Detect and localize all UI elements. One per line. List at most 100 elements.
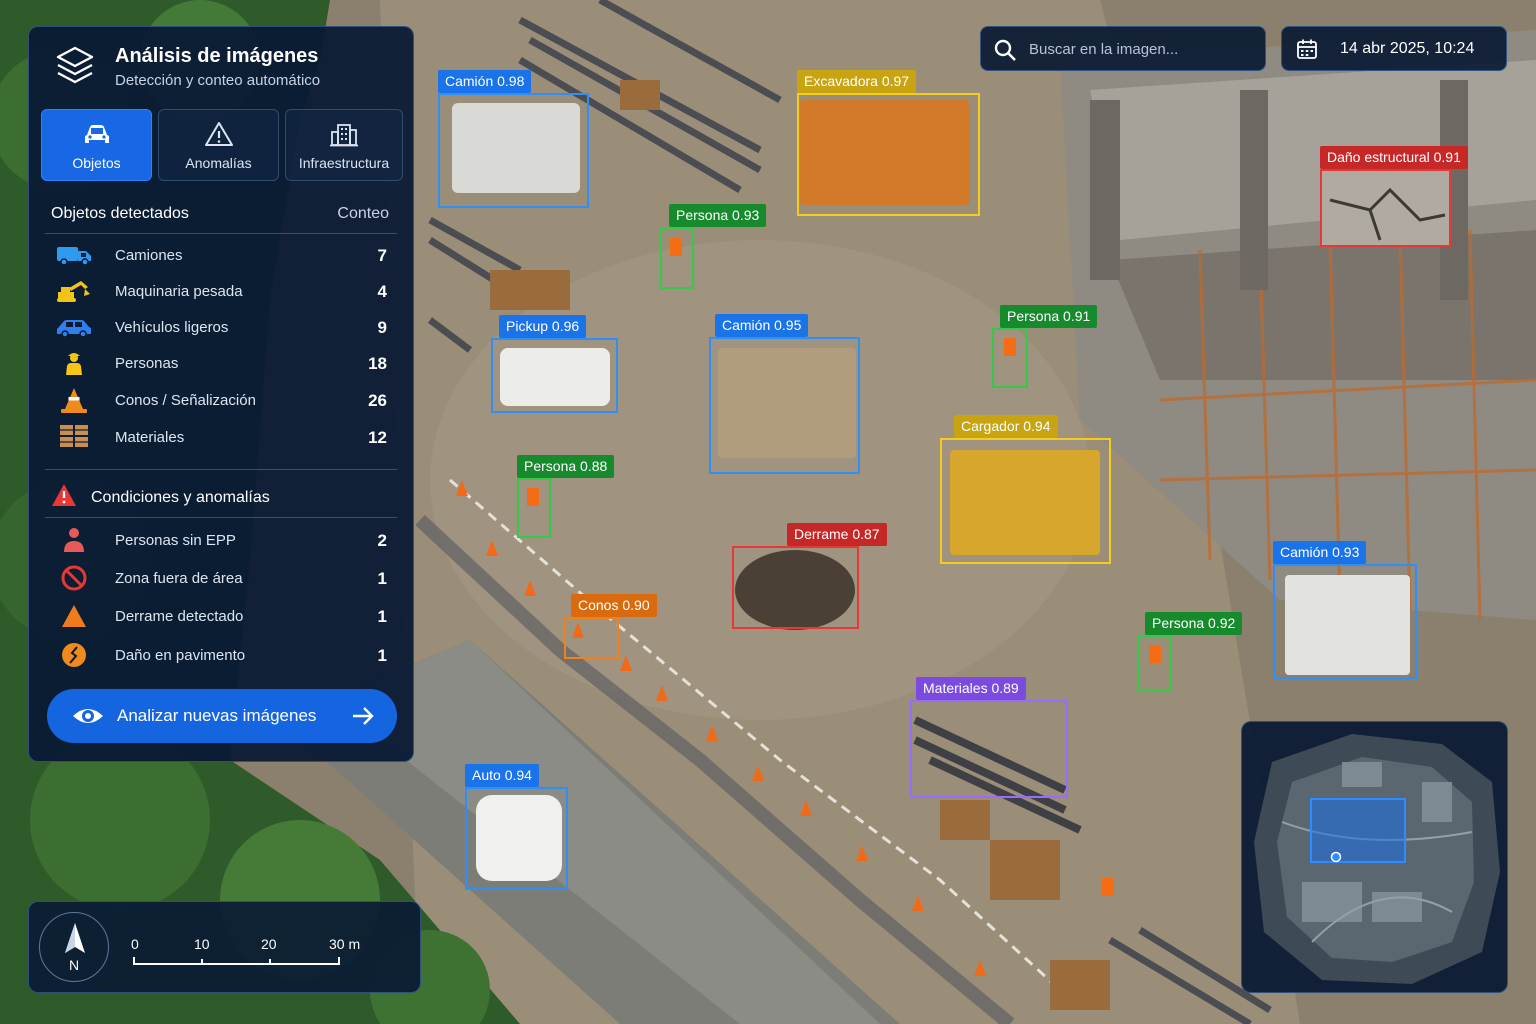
detection-truck-3[interactable]: Camión 0.93: [1273, 541, 1417, 679]
row-count: 9: [377, 318, 387, 337]
condition-row-out-of-zone[interactable]: Zona fuera de área 1: [51, 564, 387, 594]
row-count: 4: [377, 282, 387, 301]
row-count: 26: [368, 391, 387, 410]
object-row-people[interactable]: Personas 18: [51, 349, 387, 379]
row-count: 2: [377, 531, 387, 550]
scale-tick-0: 0: [131, 936, 139, 952]
detection-cones[interactable]: Conos 0.90: [564, 594, 657, 659]
layers-icon: [56, 46, 94, 84]
analyze-new-images-button[interactable]: Analizar nuevas imágenes: [47, 689, 397, 743]
detection-truck-1[interactable]: Camión 0.98: [438, 70, 589, 208]
detection-materials[interactable]: Materiales 0.89: [910, 677, 1068, 798]
north-label: N: [68, 957, 80, 973]
count-column-title: Conteo: [337, 205, 389, 222]
detection-label: Persona 0.91: [1000, 305, 1098, 328]
cta-label: Analizar nuevas imágenes: [117, 706, 317, 725]
compass[interactable]: N: [39, 912, 109, 982]
analysis-panel: Análisis de imágenes Detección y conteo …: [28, 26, 414, 762]
panel-title: Análisis de imágenes: [115, 45, 319, 67]
divider: [45, 469, 397, 470]
detection-truck-2[interactable]: Camión 0.95: [709, 314, 860, 474]
detection-person-3[interactable]: Persona 0.88: [517, 455, 615, 538]
panel-header: Análisis de imágenes Detección y conteo …: [55, 44, 395, 100]
tab-anomalias[interactable]: Anomalías: [158, 109, 279, 181]
tab-label: Infraestructura: [298, 155, 390, 171]
date-time-display[interactable]: 14 abr 2025, 10:24: [1281, 26, 1507, 71]
row-count: 18: [368, 354, 387, 373]
image-search-input[interactable]: Buscar en la imagen...: [980, 26, 1266, 71]
scale-panel: N 0 10 20 30 m: [28, 901, 421, 993]
person-icon: [64, 528, 84, 552]
row-label: Zona fuera de área: [115, 570, 243, 587]
scale-tick-10: 10: [194, 936, 210, 952]
detection-loader[interactable]: Cargador 0.94: [940, 415, 1111, 564]
detection-label: Excavadora 0.97: [797, 70, 917, 93]
car-icon: [57, 320, 91, 338]
detection-structural-damage[interactable]: Daño estructural 0.91: [1320, 146, 1468, 247]
scale-tick-30: 30 m: [329, 936, 361, 952]
tab-label: Anomalías: [185, 155, 252, 171]
row-count: 12: [368, 428, 387, 447]
detection-label: Daño estructural 0.91: [1320, 146, 1468, 169]
detection-spill[interactable]: Derrame 0.87: [732, 523, 887, 629]
minimap-image: [1254, 734, 1500, 984]
condition-row-pavement-damage[interactable]: Daño en pavimento 1: [51, 641, 387, 671]
object-row-cones[interactable]: Conos / Señalización 26: [51, 386, 387, 416]
tab-objetos[interactable]: Objetos: [41, 109, 152, 181]
detection-car[interactable]: Auto 0.94: [465, 764, 568, 890]
prohibited-icon: [61, 565, 87, 591]
condition-row-no-ppe[interactable]: Personas sin EPP 2: [51, 526, 387, 556]
row-label: Derrame detectado: [115, 608, 244, 625]
triangle-icon: [62, 605, 86, 627]
detection-label: Persona 0.93: [669, 204, 767, 227]
conditions-section-title: Condiciones y anomalías: [91, 489, 270, 506]
row-label: Vehículos ligeros: [115, 319, 229, 336]
tab-bar: Objetos Anomalías Infraestructura: [41, 109, 403, 181]
tab-infraestructura[interactable]: Infraestructura: [285, 109, 403, 181]
tab-label: Objetos: [72, 155, 121, 171]
object-row-trucks[interactable]: Camiones 7: [51, 241, 387, 271]
car-icon: [84, 125, 109, 143]
eye-icon: [73, 709, 103, 723]
detection-label: Pickup 0.96: [499, 315, 587, 338]
pallet-icon: [60, 425, 88, 447]
detection-person-1[interactable]: Persona 0.93: [660, 204, 767, 289]
row-count: 1: [377, 607, 387, 626]
cone-icon: [61, 388, 87, 413]
scale-bar: [133, 957, 340, 965]
row-count: 1: [377, 646, 387, 665]
search-placeholder: Buscar en la imagen...: [1029, 41, 1179, 58]
row-label: Personas: [115, 355, 179, 372]
search-icon: [994, 39, 1016, 61]
row-count: 7: [377, 246, 387, 265]
detection-label: Materiales 0.89: [916, 677, 1026, 700]
detection-label: Persona 0.88: [517, 455, 615, 478]
minimap[interactable]: [1241, 721, 1508, 993]
row-label: Conos / Señalización: [115, 392, 256, 409]
object-row-light-vehicles[interactable]: Vehículos ligeros 9: [51, 313, 387, 343]
object-row-heavy-machinery[interactable]: Maquinaria pesada 4: [51, 277, 387, 307]
detection-label: Conos 0.90: [571, 594, 657, 617]
detection-person-4[interactable]: Persona 0.92: [1138, 612, 1243, 691]
detection-person-2[interactable]: Persona 0.91: [992, 305, 1098, 388]
building-icon: [330, 124, 358, 147]
detection-excavator[interactable]: Excavadora 0.97: [797, 70, 980, 216]
crack-icon: [62, 643, 86, 667]
warning-icon: [204, 122, 233, 146]
row-label: Personas sin EPP: [115, 532, 236, 549]
objects-section-title: Objetos detectados: [51, 205, 189, 222]
row-label: Maquinaria pesada: [115, 283, 243, 300]
detection-label: Camión 0.98: [438, 70, 532, 93]
date-text: 14 abr 2025, 10:24: [1340, 40, 1475, 57]
calendar-icon: [1297, 39, 1317, 59]
object-row-materials[interactable]: Materiales 12: [51, 423, 387, 453]
detection-label: Cargador 0.94: [954, 415, 1058, 438]
detection-pickup[interactable]: Pickup 0.96: [491, 315, 618, 413]
worker-icon: [66, 353, 82, 375]
condition-row-spill[interactable]: Derrame detectado 1: [51, 602, 387, 632]
scale-tick-20: 20: [261, 936, 277, 952]
detection-label: Camión 0.95: [715, 314, 809, 337]
panel-subtitle: Detección y conteo automático: [115, 72, 321, 89]
divider: [45, 233, 397, 234]
row-label: Materiales: [115, 429, 185, 446]
